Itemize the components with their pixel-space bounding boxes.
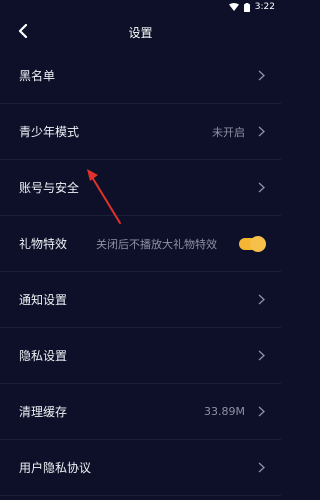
chevron-right-icon	[257, 462, 265, 474]
battery-icon	[243, 2, 250, 12]
chevron-right-icon	[257, 350, 265, 362]
row-label: 账号与安全	[19, 181, 80, 195]
row-label: 清理缓存	[19, 405, 68, 419]
row-gift-effects: 礼物特效 关闭后不播放大礼物特效	[0, 216, 281, 272]
row-clear-cache[interactable]: 清理缓存 33.89M	[0, 384, 281, 440]
chevron-right-icon	[257, 294, 265, 306]
row-value: 关闭后不播放大礼物特效	[96, 237, 217, 251]
row-value: 未开启	[212, 125, 245, 139]
chevron-right-icon	[257, 126, 265, 138]
row-label: 通知设置	[19, 293, 68, 307]
row-label: 用户隐私协议	[19, 461, 92, 475]
settings-list: 黑名单 青少年模式 未开启 账号与安全 礼物特效 关闭后不播放大礼物特效 通知设…	[0, 48, 281, 496]
settings-screen: 3:22 设置 黑名单 青少年模式 未开启 账号与安全 礼物特效 关闭后不播放大…	[0, 0, 281, 500]
row-notification-settings[interactable]: 通知设置	[0, 272, 281, 328]
back-arrow-icon	[18, 23, 28, 42]
row-label: 青少年模式	[19, 125, 80, 139]
row-blacklist[interactable]: 黑名单	[0, 48, 281, 104]
row-privacy-agreement[interactable]: 用户隐私协议	[0, 440, 281, 496]
row-label: 隐私设置	[19, 349, 68, 363]
toggle-knob	[250, 235, 266, 252]
gift-effects-toggle[interactable]	[239, 235, 266, 252]
chevron-right-icon	[257, 70, 265, 82]
row-teen-mode[interactable]: 青少年模式 未开启	[0, 104, 281, 160]
back-button[interactable]	[14, 23, 32, 41]
row-label: 礼物特效	[19, 237, 68, 251]
chevron-right-icon	[257, 406, 265, 418]
status-bar: 3:22	[0, 0, 281, 14]
row-label: 黑名单	[19, 69, 56, 83]
row-value: 33.89M	[204, 405, 245, 418]
status-time: 3:22	[254, 2, 275, 12]
row-account-security[interactable]: 账号与安全	[0, 160, 281, 216]
row-privacy-settings[interactable]: 隐私设置	[0, 328, 281, 384]
header: 设置	[0, 14, 281, 50]
chevron-right-icon	[257, 182, 265, 194]
wifi-icon	[228, 3, 239, 11]
page-title: 设置	[128, 25, 153, 40]
